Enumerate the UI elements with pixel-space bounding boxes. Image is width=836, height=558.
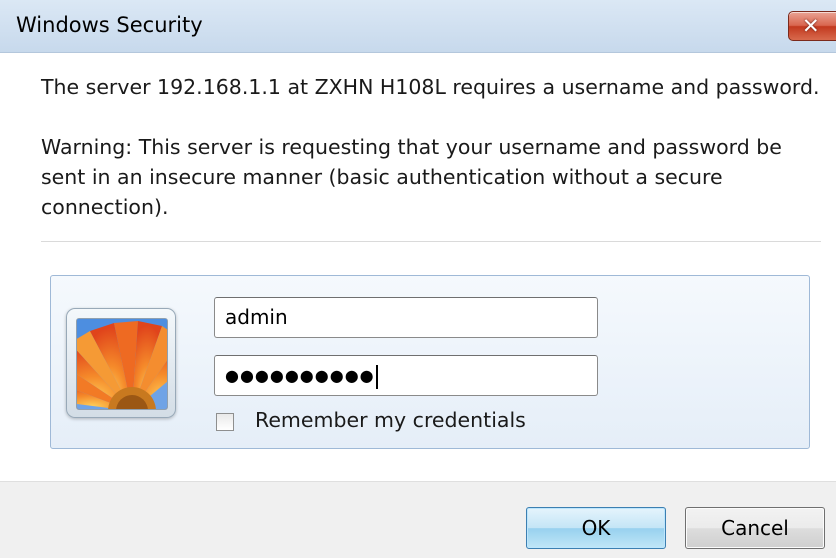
checkbox-icon[interactable]	[216, 413, 234, 431]
text-caret	[375, 364, 378, 389]
security-dialog: Windows Security ✕ The server 192.168.1.…	[0, 0, 836, 558]
server-message: The server 192.168.1.1 at ZXHN H108L req…	[41, 75, 820, 99]
avatar	[66, 308, 176, 418]
ok-button[interactable]: OK	[526, 507, 666, 549]
close-icon: ✕	[802, 14, 820, 38]
user-avatar-flower-icon	[76, 318, 168, 410]
username-field[interactable]: admin	[214, 297, 598, 338]
credential-tile: admin ●●●●●●●●●● Remember my credentials	[50, 275, 810, 449]
warning-message: Warning: This server is requesting that …	[41, 135, 782, 219]
window-title: Windows Security	[16, 13, 203, 37]
remember-credentials-label[interactable]: Remember my credentials	[255, 408, 526, 432]
dialog-body: The server 192.168.1.1 at ZXHN H108L req…	[0, 53, 836, 481]
cancel-button[interactable]: Cancel	[685, 507, 825, 549]
close-button[interactable]: ✕	[788, 11, 836, 41]
password-mask: ●●●●●●●●●●	[225, 356, 378, 395]
title-bar: Windows Security ✕	[0, 0, 836, 53]
divider	[41, 241, 821, 242]
password-field[interactable]: ●●●●●●●●●●	[214, 355, 598, 396]
password-dots: ●●●●●●●●●●	[225, 366, 375, 385]
button-bar: OK Cancel	[0, 481, 836, 558]
